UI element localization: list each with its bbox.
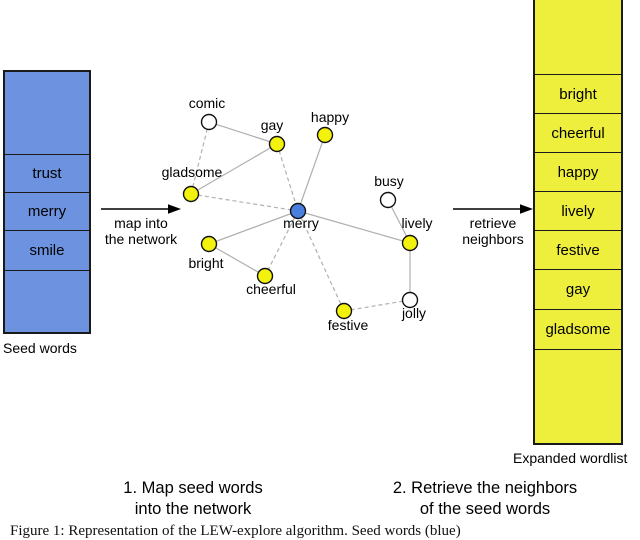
seed-cell-trust[interactable]: trust [5,154,89,192]
figure-caption: Figure 1: Representation of the LEW-expl… [10,523,461,539]
expanded-wordlist-panel: bright cheerful happy lively festive gay… [533,0,623,445]
seed-cell-empty-top [5,72,89,154]
graph-node-label-jolly: jolly [401,305,426,321]
retrieve-arrow-label-line1: retrieve [469,215,517,231]
step-2-caption: 2. Retrieve the neighbors of the seed wo… [392,479,578,519]
graph-node-label-cheerful: cheerful [246,281,296,297]
seed-cell-merry[interactable]: merry [5,192,89,230]
graph-node-gladsome[interactable] [182,185,200,203]
expanded-cell-lively[interactable]: lively [535,191,621,230]
graph-node-bright[interactable] [200,235,218,253]
expanded-cell-empty-bottom [535,349,621,443]
seed-words-panel: trust merry smile [3,70,91,334]
graph-node-label-festive: festive [328,317,369,333]
graph-node-label-comic: comic [189,95,226,111]
graph-edge-comic-gladsome [190,121,210,195]
retrieve-arrow-label-line2: neighbors [462,230,524,247]
graph-node-label-happy: happy [311,109,349,125]
map-arrow-label-line2: the network [104,230,178,247]
expanded-cell-cheerful[interactable]: cheerful [535,113,621,152]
graph-edge-gladsome-merry [190,193,299,212]
expanded-cell-happy[interactable]: happy [535,152,621,191]
graph-node-label-busy: busy [374,173,404,189]
graph-edge-jolly-festive [343,299,411,312]
graph-node-label-gladsome: gladsome [162,164,223,180]
graph-edge-gay-merry [276,143,299,212]
expanded-cell-gladsome[interactable]: gladsome [535,309,621,349]
graph-node-label-bright: bright [188,255,223,271]
expanded-cell-festive[interactable]: festive [535,230,621,269]
figure-canvas: comic gay happy gladsome merry busy lively brig… [0,0,640,539]
expanded-wordlist-caption: Expanded wordlist [513,450,628,466]
graph-edge-happy-merry [297,134,326,212]
seed-cell-empty-bottom [5,270,89,332]
map-arrow-label-line1: map into [114,215,168,231]
graph-node-gay[interactable] [268,135,286,153]
map-into-network-arrow-group: map into the network [96,203,186,247]
retrieve-neighbors-arrow-group: retrieve neighbors [449,203,537,247]
graph-node-busy[interactable] [379,191,397,209]
graph-node-label-merry: merry [283,215,319,231]
graph-node-comic[interactable] [200,113,218,131]
expanded-cell-empty-top [535,0,621,74]
seed-words-caption: Seed words [3,340,77,356]
expanded-cell-bright[interactable]: bright [535,74,621,113]
seed-cell-smile[interactable]: smile [5,230,89,270]
step-1-caption: 1. Map seed words into the network [123,479,263,519]
graph-node-happy[interactable] [316,126,334,144]
right-arrow-icon [453,204,533,214]
right-arrow-icon [101,204,181,214]
expanded-cell-gay[interactable]: gay [535,269,621,309]
graph-node-lively[interactable] [401,234,419,252]
graph-node-label-gay: gay [261,117,284,133]
graph-node-label-lively: lively [401,215,432,231]
